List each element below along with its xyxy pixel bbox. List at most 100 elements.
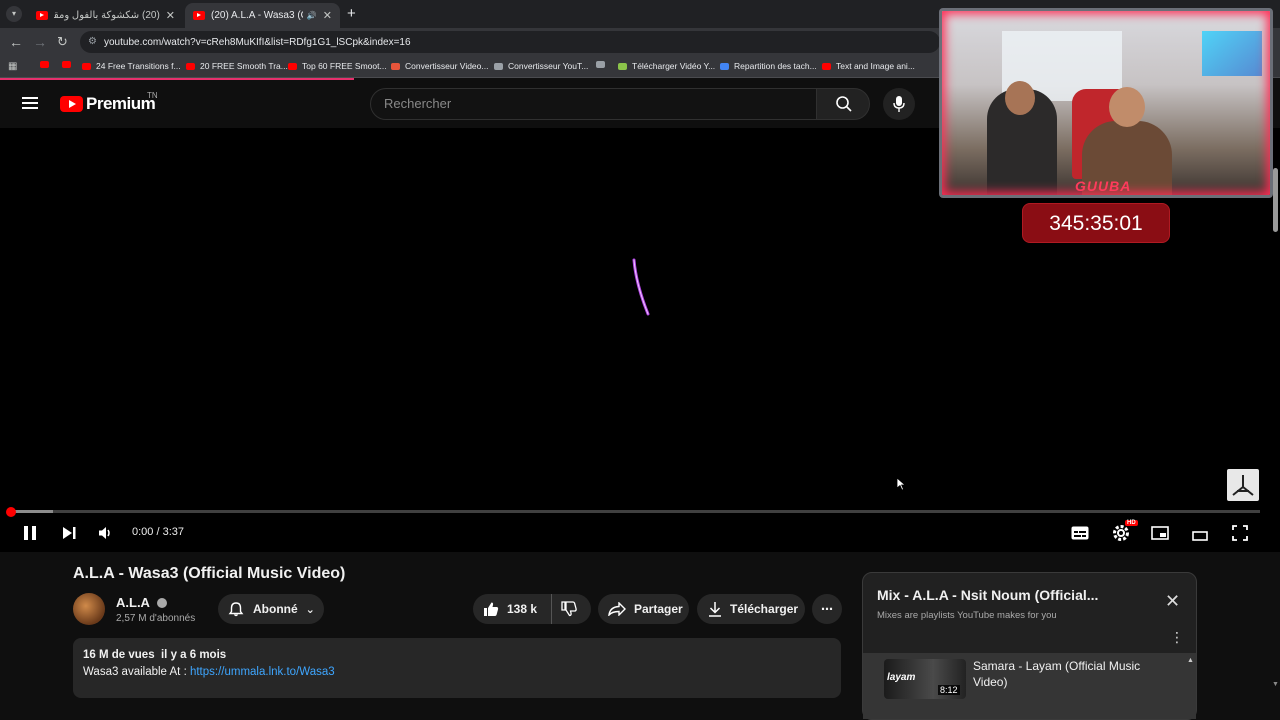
more-actions-button[interactable]: ⋯ xyxy=(812,594,842,624)
channel-avatar[interactable] xyxy=(73,593,105,625)
bookmark-item[interactable]: 24 Free Transitions f... xyxy=(82,61,181,71)
next-button[interactable] xyxy=(61,525,77,544)
bookmark-label: Text and Image ani... xyxy=(836,61,915,71)
tab-title: (20) A.L.A - Wasa3 (Official xyxy=(211,10,303,21)
bookmark-item[interactable]: 20 FREE Smooth Tra... xyxy=(186,61,288,71)
streamer-name-logo: GUUBA xyxy=(1075,178,1132,194)
time-display: 0:00 / 3:37 xyxy=(132,526,184,538)
gear-icon xyxy=(1113,525,1129,541)
description-link[interactable]: https://ummala.lnk.to/Wasa3 xyxy=(190,666,335,678)
bookmark-item[interactable]: Convertisseur Video... xyxy=(391,61,488,71)
bookmark-label: Convertisseur Video... xyxy=(405,61,489,71)
video-title: A.L.A - Wasa3 (Official Music Video) xyxy=(73,565,346,582)
tab-title: (20) شكشوكة بالفول ومقرونة بالد xyxy=(54,10,160,21)
search-input[interactable]: Rechercher xyxy=(370,88,817,120)
tab-close-icon[interactable]: ✕ xyxy=(166,9,175,22)
url-text: youtube.com/watch?v=cReh8MuKIfI&list=RDf… xyxy=(104,36,411,48)
mix-playlist-panel: Mix - A.L.A - Nsit Noum (Official... Mix… xyxy=(862,572,1197,720)
subtitles-button[interactable] xyxy=(1071,526,1089,543)
more-vert-icon[interactable]: ⋮ xyxy=(1170,629,1184,646)
video-info-area: A.L.A - Wasa3 (Official Music Video) A.L… xyxy=(0,552,1280,720)
site-info-icon[interactable]: ⚙ xyxy=(88,36,97,47)
channel-name[interactable]: A.L.A xyxy=(116,595,168,610)
browser-tab-1[interactable]: (20) شكشوكة بالفول ومقرونة بالد ✕ xyxy=(28,3,183,28)
bookmark-favicon-icon xyxy=(62,61,71,68)
bookmark-label: Télécharger Vidéo Y... xyxy=(632,61,716,71)
playlist-thumbnail[interactable]: layam 8:12 xyxy=(884,659,966,699)
bookmark-favicon-icon xyxy=(720,62,729,70)
bookmark-label: 24 Free Transitions f... xyxy=(96,61,181,71)
like-count: 138 k xyxy=(507,602,538,616)
address-bar[interactable]: ⚙ youtube.com/watch?v=cReh8MuKIfI&list=R… xyxy=(80,31,940,53)
close-icon[interactable]: ✕ xyxy=(1165,591,1180,612)
bookmark-item[interactable]: Text and Image ani... xyxy=(822,61,915,71)
bookmark-item[interactable]: Convertisseur YouT... xyxy=(494,61,588,71)
download-icon xyxy=(709,602,721,617)
bell-icon xyxy=(228,602,244,617)
bookmark-favicon-icon xyxy=(596,61,605,68)
playlist-item[interactable]: layam 8:12 Samara - Layam (Official Musi… xyxy=(863,653,1196,719)
fullscreen-button[interactable] xyxy=(1232,525,1248,544)
scroll-up-arrow-icon[interactable]: ▲ xyxy=(1187,657,1194,664)
dislike-button[interactable] xyxy=(551,594,591,624)
bookmark-label: 20 FREE Smooth Tra... xyxy=(200,61,288,71)
bookmark-item[interactable]: Repartition des tach... xyxy=(720,61,817,71)
search-button[interactable] xyxy=(816,88,870,120)
bookmark-favicon-icon xyxy=(391,62,400,70)
bookmark-favicon-icon xyxy=(494,62,503,70)
voice-search-button[interactable] xyxy=(883,88,915,120)
forward-arrow-icon[interactable]: → xyxy=(33,34,47,50)
streamer-webcam-overlay: GUUBA xyxy=(939,8,1273,198)
bookmark-favicon-icon xyxy=(82,62,91,70)
video-duration: 8:12 xyxy=(938,685,960,695)
tab-close-icon[interactable]: ✕ xyxy=(323,9,332,22)
scroll-down-arrow-icon[interactable]: ▼ xyxy=(1272,681,1279,688)
mouse-cursor-icon xyxy=(896,477,906,491)
browser-tab-2[interactable]: (20) A.L.A - Wasa3 (Official 🔊 ✕ xyxy=(185,3,340,28)
description-box[interactable]: 16 M de vues il y a 6 mois Wasa3 availab… xyxy=(73,638,841,698)
page-scrollbar[interactable]: ▼ xyxy=(1271,28,1280,700)
scrubber-handle[interactable] xyxy=(6,507,16,517)
like-button[interactable]: 138 k xyxy=(473,594,551,624)
tab-audio-icon[interactable]: 🔊 xyxy=(307,11,317,20)
progress-bar[interactable] xyxy=(10,510,1260,513)
pause-icon xyxy=(24,526,36,540)
bookmark-label: Repartition des tach... xyxy=(734,61,817,71)
thumbs-up-icon xyxy=(484,602,499,616)
scrollbar-thumb[interactable] xyxy=(1273,168,1278,232)
theater-mode-button[interactable] xyxy=(1192,528,1208,544)
bookmark-favicon-icon xyxy=(822,62,831,70)
pause-button[interactable] xyxy=(23,525,37,544)
bookmark-favicon-icon xyxy=(618,62,627,70)
tab-search-button[interactable]: ▾ xyxy=(6,6,22,22)
youtube-logo-icon[interactable] xyxy=(60,96,83,112)
bookmark-item[interactable] xyxy=(596,61,610,68)
region-code: TN xyxy=(147,91,158,100)
bookmark-item[interactable]: Télécharger Vidéo Y... xyxy=(618,61,715,71)
thumbnail-text: layam xyxy=(887,672,916,683)
back-arrow-icon[interactable]: ← xyxy=(9,34,23,50)
mix-title[interactable]: Mix - A.L.A - Nsit Noum (Official... xyxy=(877,587,1098,603)
subscribed-button[interactable]: Abonné ⌄ xyxy=(218,594,324,624)
menu-icon[interactable] xyxy=(22,97,38,109)
volume-button[interactable] xyxy=(98,526,114,543)
verified-icon xyxy=(157,598,168,608)
share-button[interactable]: Partager xyxy=(598,594,689,624)
download-button[interactable]: Télécharger xyxy=(697,594,805,624)
miniplayer-button[interactable] xyxy=(1151,526,1169,543)
apps-grid-icon[interactable]: ▦ xyxy=(8,61,17,72)
settings-button[interactable]: HD xyxy=(1112,520,1138,545)
new-tab-button[interactable]: + xyxy=(347,5,356,22)
logo-text[interactable]: Premium xyxy=(86,94,156,114)
playlist-item-title: Samara - Layam (Official Music Video) xyxy=(973,659,1141,689)
bookmark-item[interactable]: Top 60 FREE Smoot... xyxy=(288,61,387,71)
description-prefix: Wasa3 available At : xyxy=(83,666,190,678)
bookmark-item[interactable] xyxy=(40,61,54,68)
skip-next-icon xyxy=(63,527,76,539)
share-icon xyxy=(608,602,626,616)
reload-icon[interactable]: ↻ xyxy=(57,34,68,50)
bookmark-item[interactable] xyxy=(62,61,76,68)
fullscreen-icon xyxy=(1232,525,1248,541)
channel-watermark[interactable] xyxy=(1227,469,1259,501)
webcam-neon-frame xyxy=(942,11,1270,195)
